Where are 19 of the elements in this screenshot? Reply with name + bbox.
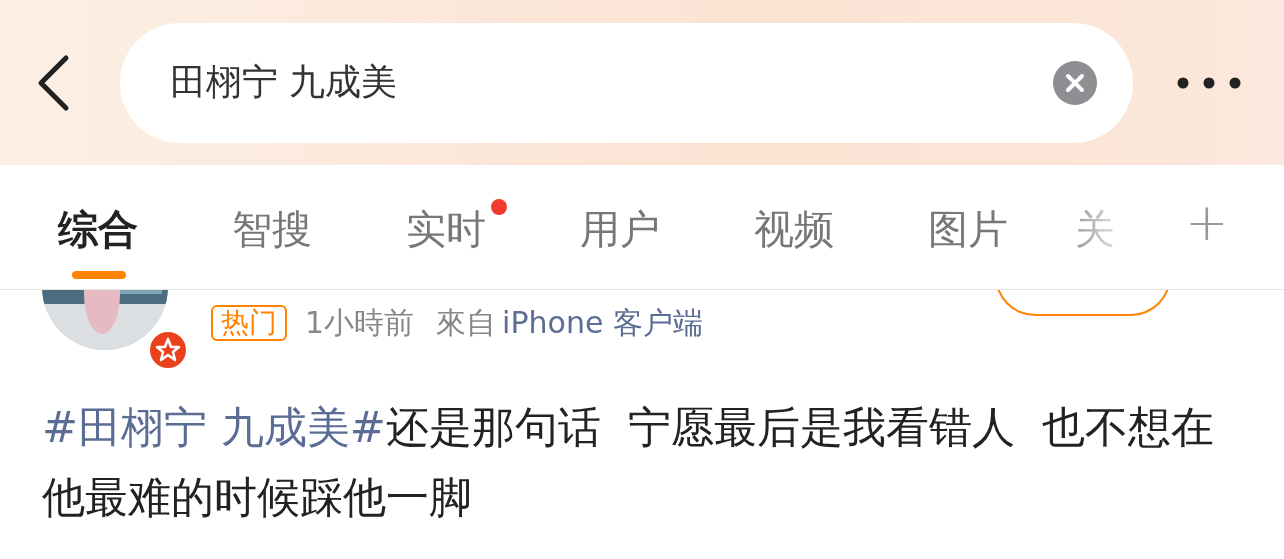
hot-tag: 热门 xyxy=(211,305,287,341)
post-time: 1小時前 xyxy=(305,303,415,342)
source-label: 來自 xyxy=(436,303,497,342)
tab-indicator xyxy=(72,271,126,279)
tab[interactable]: 综合 xyxy=(11,189,185,279)
tab[interactable]: 实时 xyxy=(359,189,533,279)
add-tab-button[interactable]: + xyxy=(1185,192,1229,252)
tab[interactable]: 智搜 xyxy=(185,189,359,279)
tab[interactable]: 视频 xyxy=(707,189,881,279)
clear-icon[interactable] xyxy=(1053,60,1097,105)
tab[interactable]: 用户 xyxy=(533,189,707,279)
post-text: #田栩宁 九成美#还是那句话 宁愿最后是我看错人 也不想在他最难的时候踩他一脚 xyxy=(42,401,1216,524)
search-text: 田栩宁 九成美 xyxy=(170,60,399,104)
more-icon[interactable] xyxy=(1177,76,1241,89)
star-badge-icon xyxy=(148,330,188,370)
source-link[interactable]: iPhone 客户端 xyxy=(502,302,703,344)
tab[interactable]: 图片 xyxy=(881,189,1055,279)
search-field[interactable]: 田栩宁 九成美 xyxy=(120,22,1133,143)
back-icon[interactable] xyxy=(36,53,70,112)
